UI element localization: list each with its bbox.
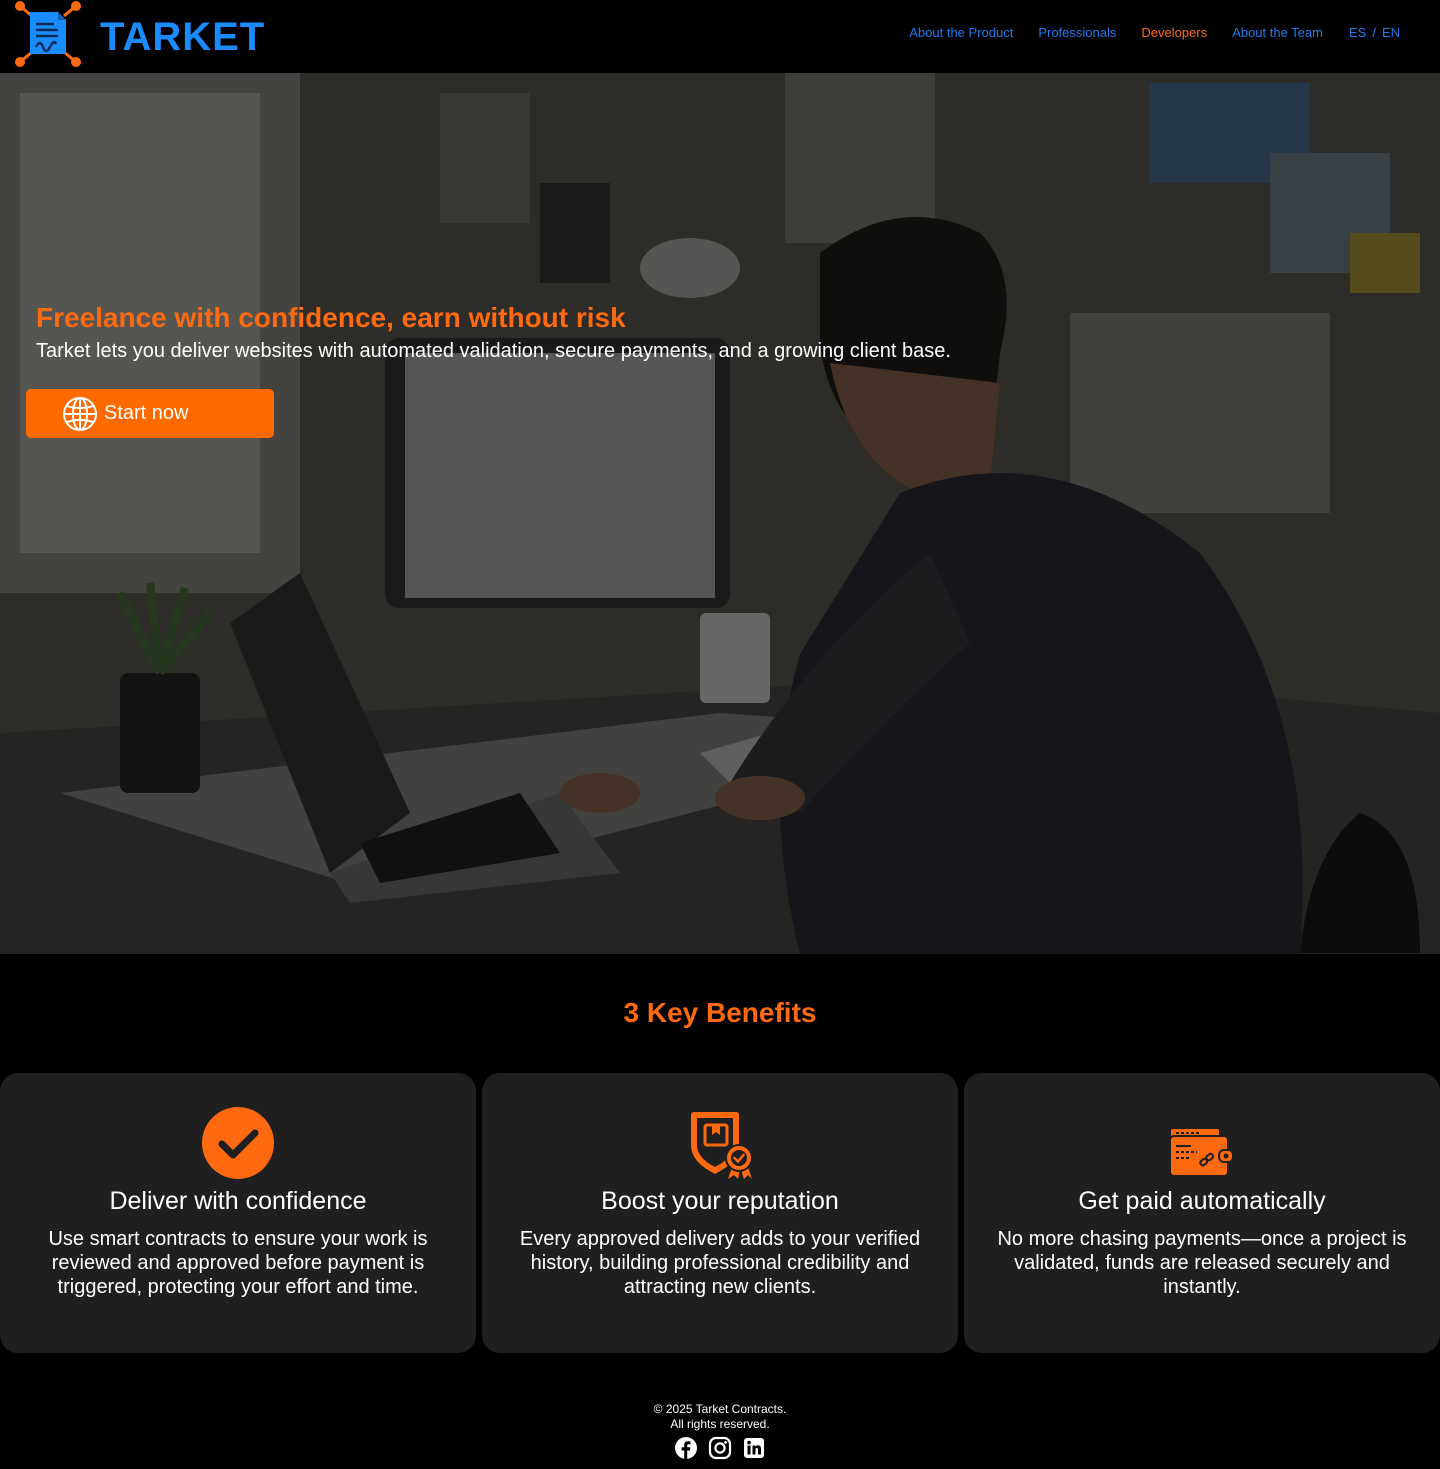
hero-title: Freelance with confidence, earn without … xyxy=(36,302,626,333)
start-now-button[interactable]: Start now xyxy=(26,389,274,438)
benefit-card-reputation: Boost your reputation Every approved del… xyxy=(482,1073,958,1353)
site-footer: © 2025 Tarket Contracts. All rights rese… xyxy=(0,1402,1440,1432)
benefit-card-payment: Get paid automatically No more chasing p… xyxy=(964,1073,1440,1353)
social-links xyxy=(0,1436,1440,1460)
site-header: TARKET About the Product Professionals D… xyxy=(0,0,1440,73)
benefit-text: Use smart contracts to ensure your work … xyxy=(48,1228,428,1298)
linkedin-icon[interactable] xyxy=(742,1436,766,1460)
nav-item-about-product[interactable]: About the Product xyxy=(909,25,1013,40)
start-now-label: Start now xyxy=(104,402,189,424)
shield-badge-icon xyxy=(682,1105,758,1181)
check-circle-icon xyxy=(200,1105,276,1181)
lang-es[interactable]: ES xyxy=(1349,25,1366,40)
instagram-icon[interactable] xyxy=(708,1436,732,1460)
lang-en[interactable]: EN xyxy=(1382,25,1400,40)
hero-section: Freelance with confidence, earn without … xyxy=(0,73,1440,954)
nav-item-developers[interactable]: Developers xyxy=(1141,25,1207,40)
nav-item-about-team[interactable]: About the Team xyxy=(1232,25,1323,40)
language-switcher: ES / EN xyxy=(1349,25,1400,40)
brand-name: TARKET xyxy=(100,15,266,59)
benefit-card-confidence: Deliver with confidence Use smart contra… xyxy=(0,1073,476,1353)
benefit-title: Get paid automatically xyxy=(1078,1187,1326,1215)
facebook-icon[interactable] xyxy=(674,1436,698,1460)
hero-subtitle: Tarket lets you deliver websites with au… xyxy=(36,340,951,362)
globe-icon xyxy=(63,396,97,431)
benefit-text: No more chasing payments—once a project … xyxy=(997,1228,1407,1298)
nav-item-professionals[interactable]: Professionals xyxy=(1038,25,1116,40)
brand-logo[interactable]: TARKET xyxy=(14,0,264,68)
benefits-title: 3 Key Benefits xyxy=(623,997,817,1028)
hero-overlay xyxy=(0,73,1440,954)
main-nav: About the Product Professionals Develope… xyxy=(884,25,1400,40)
benefit-text: Every approved delivery adds to your ver… xyxy=(519,1228,921,1298)
lang-separator: / xyxy=(1372,25,1376,40)
benefit-title: Deliver with confidence xyxy=(109,1187,367,1215)
benefit-title: Boost your reputation xyxy=(601,1187,839,1215)
footer-rights: All rights reserved. xyxy=(670,1417,770,1431)
wallet-icon xyxy=(1164,1105,1240,1181)
footer-copyright: © 2025 Tarket Contracts. xyxy=(653,1402,787,1416)
benefits-cards: Deliver with confidence Use smart contra… xyxy=(0,1073,1440,1353)
logo-icon xyxy=(15,1,81,67)
